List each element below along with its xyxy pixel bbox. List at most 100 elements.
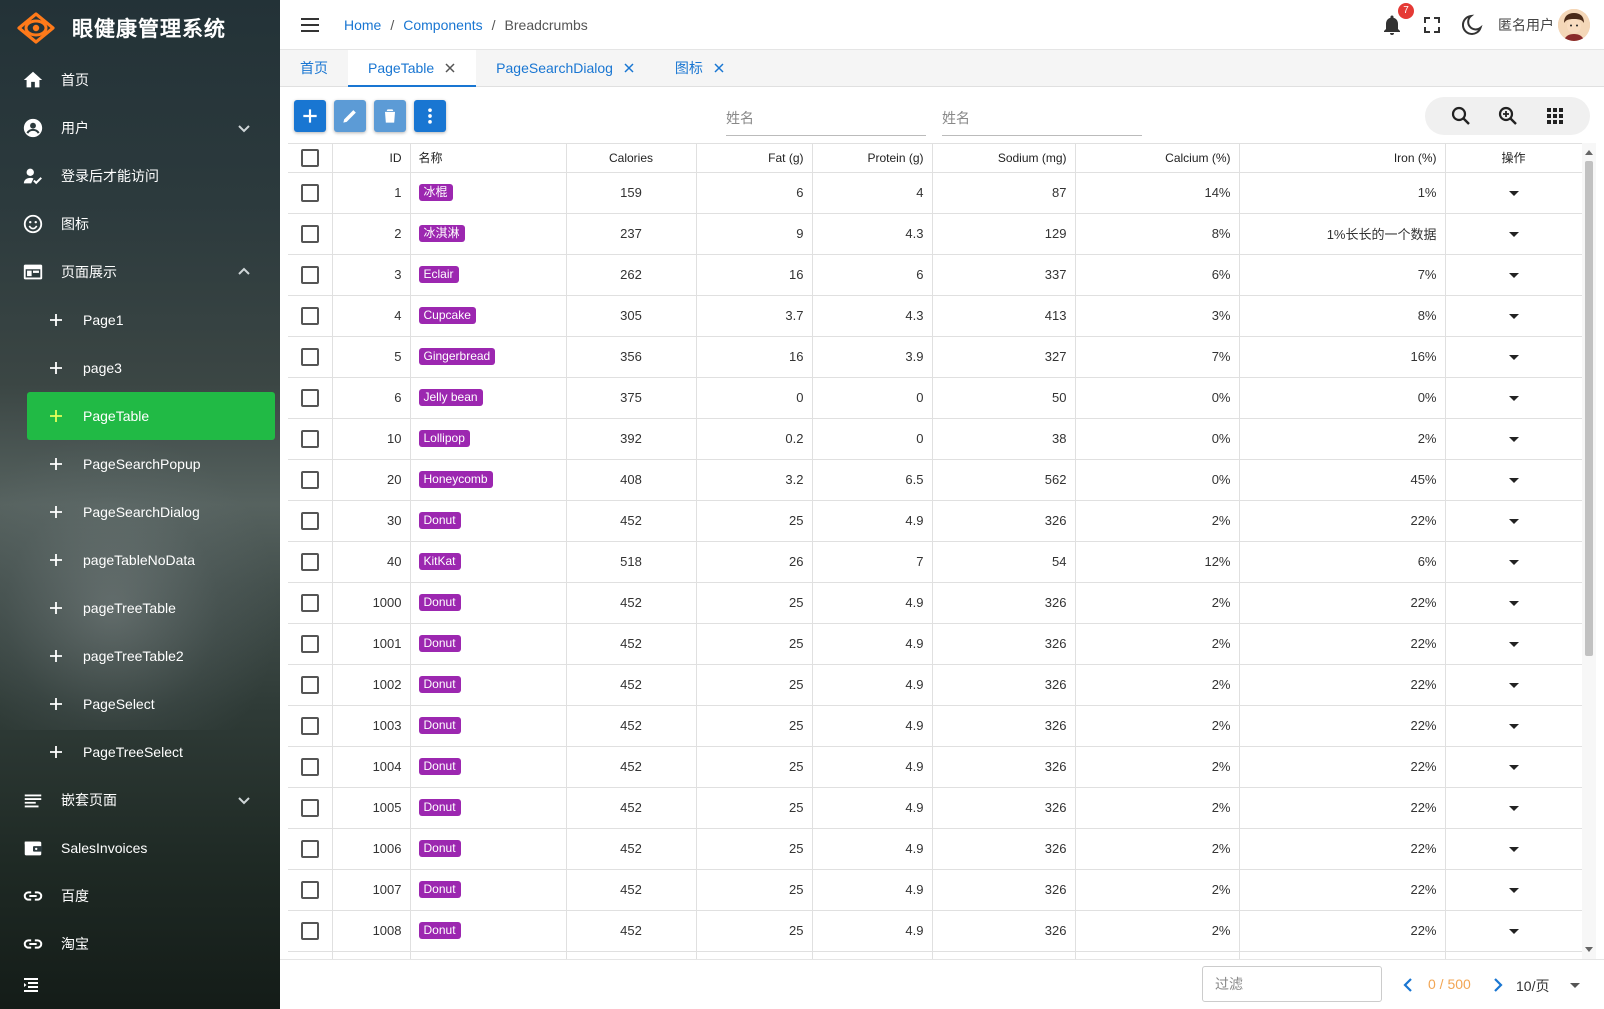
table-row[interactable]: 1007 Donut 452 25 4.9 326 2% 22% [288, 869, 1582, 911]
avatar[interactable] [1558, 9, 1590, 41]
add-button[interactable] [294, 100, 326, 132]
sidebar-item-pages[interactable]: 页面展示 [0, 248, 280, 296]
sidebar-subitem-pagetreetable[interactable]: pageTreeTable [0, 584, 280, 632]
sidebar-subitem-page1[interactable]: Page1 [0, 296, 280, 344]
scroll-up-icon[interactable] [1585, 150, 1593, 155]
breadcrumb-components[interactable]: Components [403, 17, 482, 33]
name-search-field[interactable] [726, 96, 926, 136]
name-search-field-2[interactable] [942, 96, 1142, 136]
sidebar-subitem-pageselect[interactable]: PageSelect [0, 680, 280, 728]
chevron-left-icon[interactable] [1396, 973, 1420, 997]
sidebar-subitem-page3[interactable]: page3 [0, 344, 280, 392]
table-row[interactable]: 3 Eclair 262 16 6 337 6% 7% [288, 254, 1582, 296]
row-checkbox[interactable] [300, 552, 319, 571]
row-actions-dropdown-icon[interactable] [1508, 314, 1519, 320]
table-row[interactable]: 20 Honeycomb 408 3.2 6.5 562 0% 45% [288, 459, 1582, 501]
sidebar-item-home[interactable]: 首页 [0, 56, 280, 104]
edit-button[interactable] [334, 100, 366, 132]
sidebar-item-login-required[interactable]: 登录后才能访问 [0, 152, 280, 200]
collapse-menu-icon[interactable] [21, 973, 45, 997]
table-row[interactable]: 1002 Donut 452 25 4.9 326 2% 22% [288, 664, 1582, 706]
scroll-thumb[interactable] [1585, 161, 1593, 656]
column-header-calcium[interactable]: Calcium (%) [1075, 144, 1240, 173]
chevron-right-icon[interactable] [1486, 973, 1510, 997]
zoom-in-icon[interactable] [1496, 104, 1520, 128]
table-row[interactable]: 1004 Donut 452 25 4.9 326 2% 22% [288, 746, 1582, 788]
row-checkbox[interactable] [300, 757, 319, 776]
table-row[interactable]: 1008 Donut 452 25 4.9 326 2% 22% [288, 910, 1582, 952]
filter-field[interactable] [1202, 966, 1382, 1002]
grid-icon[interactable] [1543, 104, 1567, 128]
row-checkbox[interactable] [300, 593, 319, 612]
row-actions-dropdown-icon[interactable] [1508, 642, 1519, 648]
row-checkbox[interactable] [300, 265, 319, 284]
row-checkbox[interactable] [300, 634, 319, 653]
row-checkbox[interactable] [300, 224, 319, 243]
table-row[interactable]: 2 冰淇淋 237 9 4.3 129 8% 1%长长的一个数据 [288, 213, 1582, 255]
search-icon[interactable] [1449, 104, 1473, 128]
table-row[interactable]: 1 冰棍 159 6 4 87 14% 1% [288, 172, 1582, 214]
column-header-sodium[interactable]: Sodium (mg) [932, 144, 1076, 173]
row-checkbox[interactable] [300, 839, 319, 858]
fullscreen-icon[interactable] [1420, 13, 1444, 37]
row-checkbox[interactable] [300, 675, 319, 694]
row-checkbox[interactable] [300, 716, 319, 735]
filter-input[interactable] [1203, 967, 1381, 1001]
page-size-select[interactable]: 10/页 [1516, 976, 1549, 996]
sidebar-item-salesinvoices[interactable]: SalesInvoices [0, 824, 280, 872]
row-checkbox[interactable] [300, 347, 319, 366]
dark-mode-icon[interactable] [1460, 13, 1484, 37]
sidebar-item-nested[interactable]: 嵌套页面 [0, 776, 280, 824]
sidebar-item-icons[interactable]: 图标 [0, 200, 280, 248]
sidebar-subitem-pagesearchdialog[interactable]: PageSearchDialog [0, 488, 280, 536]
table-scrollbar[interactable] [1582, 143, 1596, 959]
row-actions-dropdown-icon[interactable] [1508, 232, 1519, 238]
table-row[interactable]: 1005 Donut 452 25 4.9 326 2% 22% [288, 787, 1582, 829]
row-actions-dropdown-icon[interactable] [1508, 355, 1519, 361]
tab-home[interactable]: 首页 [280, 50, 348, 86]
sidebar-subitem-pagetablenodata[interactable]: pageTableNoData [0, 536, 280, 584]
hamburger-menu-icon[interactable] [298, 13, 322, 37]
row-actions-dropdown-icon[interactable] [1508, 724, 1519, 730]
row-actions-dropdown-icon[interactable] [1508, 683, 1519, 689]
row-actions-dropdown-icon[interactable] [1508, 806, 1519, 812]
row-checkbox[interactable] [300, 921, 319, 940]
table-row[interactable]: 1006 Donut 452 25 4.9 326 2% 22% [288, 828, 1582, 870]
column-header-calories[interactable]: Calories [566, 144, 697, 173]
row-actions-dropdown-icon[interactable] [1508, 396, 1519, 402]
delete-button[interactable] [374, 100, 406, 132]
row-actions-dropdown-icon[interactable] [1508, 888, 1519, 894]
row-checkbox[interactable] [300, 306, 319, 325]
row-actions-dropdown-icon[interactable] [1508, 519, 1519, 525]
row-checkbox[interactable] [300, 388, 319, 407]
table-row[interactable]: 5 Gingerbread 356 16 3.9 327 7% 16% [288, 336, 1582, 378]
table-row[interactable]: 6 Jelly bean 375 0 0 50 0% 0% [288, 377, 1582, 419]
sidebar-subitem-pagetreeselect[interactable]: PageTreeSelect [0, 728, 280, 776]
row-actions-dropdown-icon[interactable] [1508, 437, 1519, 443]
notifications-button[interactable]: 7 [1380, 3, 1414, 37]
column-header-id[interactable]: ID [332, 144, 411, 173]
user-name[interactable]: 匿名用户 [1498, 15, 1554, 35]
row-checkbox[interactable] [300, 798, 319, 817]
column-header-iron[interactable]: Iron (%) [1239, 144, 1446, 173]
sidebar-subitem-pagetable[interactable]: PageTable [27, 392, 275, 440]
row-actions-dropdown-icon[interactable] [1508, 765, 1519, 771]
table-row[interactable]: 1001 Donut 452 25 4.9 326 2% 22% [288, 623, 1582, 665]
table-row[interactable]: 30 Donut 452 25 4.9 326 2% 22% [288, 500, 1582, 542]
close-icon[interactable] [713, 62, 725, 74]
row-actions-dropdown-icon[interactable] [1508, 847, 1519, 853]
table-row[interactable]: 1003 Donut 452 25 4.9 326 2% 22% [288, 705, 1582, 747]
sidebar-subitem-pagetreetable2[interactable]: pageTreeTable2 [0, 632, 280, 680]
close-icon[interactable] [444, 62, 456, 74]
close-icon[interactable] [623, 62, 635, 74]
sidebar-item-baidu[interactable]: 百度 [0, 872, 280, 920]
row-actions-dropdown-icon[interactable] [1508, 601, 1519, 607]
row-checkbox[interactable] [300, 183, 319, 202]
name-search-input[interactable] [726, 96, 926, 135]
sidebar-subitem-pagesearchpopup[interactable]: PageSearchPopup [0, 440, 280, 488]
table-row[interactable]: 1000 Donut 452 25 4.9 326 2% 22% [288, 582, 1582, 624]
row-checkbox[interactable] [300, 511, 319, 530]
name-search-input-2[interactable] [942, 96, 1142, 135]
tab-pagetable[interactable]: PageTable [348, 50, 477, 87]
scroll-down-icon[interactable] [1585, 947, 1593, 952]
